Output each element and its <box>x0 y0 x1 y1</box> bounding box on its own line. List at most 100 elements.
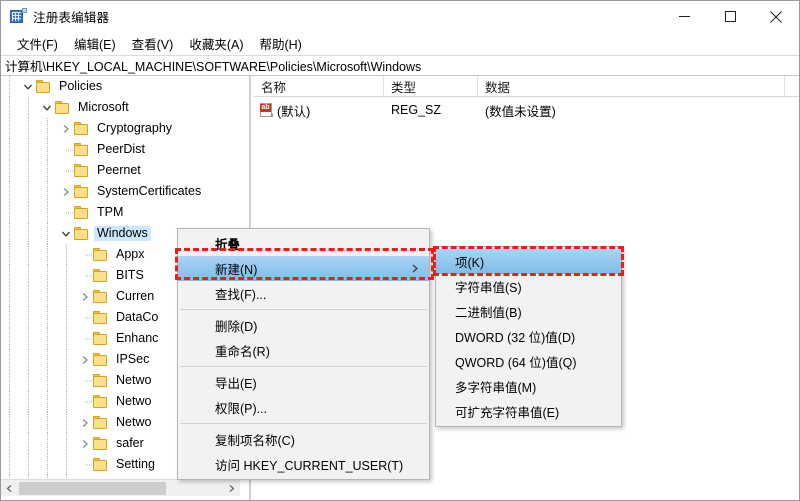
tree-elbow <box>77 392 93 412</box>
context-menu-item-label: 导出(E) <box>215 377 257 391</box>
submenu-item-k[interactable]: 项(K) <box>436 249 621 274</box>
tree-item-label: Setting <box>116 456 155 471</box>
chevron-right-icon[interactable] <box>77 413 93 433</box>
tree-guide-line <box>9 454 11 475</box>
tree-guide-line <box>9 223 11 244</box>
menu-view[interactable]: 查看(V) <box>124 32 182 56</box>
folder-icon <box>93 247 109 262</box>
context-menu-item-hkeycurrentusert[interactable]: 访问 HKEY_CURRENT_USER(T) <box>178 452 429 477</box>
scroll-right-icon[interactable] <box>223 480 240 497</box>
close-button[interactable] <box>753 1 799 32</box>
tree-guide-line <box>66 433 68 454</box>
submenu-item-label: 可扩充字符串值(E) <box>455 406 560 420</box>
tree-guide-line <box>47 328 49 349</box>
window-controls <box>661 1 799 32</box>
context-menu-item-r[interactable]: 重命名(R) <box>178 338 429 363</box>
scroll-left-icon[interactable] <box>1 480 18 497</box>
menu-bar: 文件(F) 编辑(E) 查看(V) 收藏夹(A) 帮助(H) <box>1 32 799 55</box>
window-title: 注册表编辑器 <box>33 11 110 25</box>
submenu-item-m[interactable]: 多字符串值(M) <box>436 374 621 399</box>
tree-item-microsoft[interactable]: Microsoft <box>1 97 240 118</box>
chevron-right-icon[interactable] <box>58 182 74 202</box>
minimize-button[interactable] <box>661 1 707 32</box>
tree-guide-line <box>28 433 30 454</box>
tree-guide-line <box>47 286 49 307</box>
tree-item-policies[interactable]: Policies <box>1 76 240 97</box>
tree-item-peernet[interactable]: Peernet <box>1 160 240 181</box>
tree-guide-line <box>66 244 68 265</box>
tree-item-systemcertificates[interactable]: SystemCertificates <box>1 181 240 202</box>
tree-item-label: Enhanc <box>116 330 159 345</box>
tree-item-label: IPSec <box>116 351 150 366</box>
tree-guide-line <box>66 286 68 307</box>
tree-guide-line <box>47 370 49 391</box>
column-header-type[interactable]: 类型 <box>384 76 478 96</box>
registry-editor-icon <box>10 7 27 25</box>
submenu-item-e[interactable]: 可扩充字符串值(E) <box>436 399 621 424</box>
context-menu-item-f[interactable]: 查找(F)... <box>178 281 429 306</box>
context-menu-item-label: 复制项名称(C) <box>215 434 295 448</box>
tree-guide-line <box>28 223 30 244</box>
tree-guide-line <box>9 391 11 412</box>
tree-guide-line <box>28 286 30 307</box>
chevron-down-icon[interactable] <box>39 98 55 118</box>
folder-icon <box>74 163 90 178</box>
chevron-right-icon[interactable] <box>58 119 74 139</box>
tree-item-label: BITS <box>116 267 144 282</box>
tree-guide-line <box>28 160 30 181</box>
context-menu-item-c[interactable]: 复制项名称(C) <box>178 427 429 452</box>
address-bar[interactable]: 计算机\HKEY_LOCAL_MACHINE\SOFTWARE\Policies… <box>1 55 799 76</box>
tree-guide-line <box>28 118 30 139</box>
tree-guide-line <box>28 370 30 391</box>
menu-favorites[interactable]: 收藏夹(A) <box>181 32 251 56</box>
submenu-item-label: DWORD (32 位)值(D) <box>455 331 576 345</box>
menu-file[interactable]: 文件(F) <box>9 32 66 56</box>
submenu-item-s[interactable]: 字符串值(S) <box>436 274 621 299</box>
tree-guide-line <box>66 307 68 328</box>
maximize-button[interactable] <box>707 1 753 32</box>
column-header-data[interactable]: 数据 <box>478 76 785 96</box>
value-data-cell: (数值未设置) <box>485 104 556 119</box>
tree-guide-line <box>28 391 30 412</box>
tree-guide-line <box>47 412 49 433</box>
list-item[interactable]: ab (默认) REG_SZ (数值未设置) <box>254 100 799 120</box>
chevron-down-icon[interactable] <box>20 77 36 97</box>
tree-guide-line <box>9 76 11 97</box>
context-menu-item-e[interactable]: 导出(E) <box>178 370 429 395</box>
tree-elbow <box>77 329 93 349</box>
tree-item-cryptography[interactable]: Cryptography <box>1 118 240 139</box>
tree-guide-line <box>28 244 30 265</box>
context-menu-item-n[interactable]: 新建(N) <box>178 256 429 281</box>
tree-horizontal-scrollbar[interactable] <box>1 479 240 496</box>
tree-item-peerdist[interactable]: PeerDist <box>1 139 240 160</box>
menu-edit[interactable]: 编辑(E) <box>66 32 124 56</box>
tree-guide-line <box>28 265 30 286</box>
context-menu-item-label: 权限(P)... <box>215 402 268 416</box>
context-menu-item-p[interactable]: 权限(P)... <box>178 395 429 420</box>
chevron-right-icon[interactable] <box>77 287 93 307</box>
tree-guide-line <box>28 454 30 475</box>
new-submenu[interactable]: 项(K) 字符串值(S) 二进制值(B) DWORD (32 位)值(D) QWORD … <box>435 246 622 427</box>
context-menu[interactable]: 折叠 新建(N) 查找(F)... 删除(D) 重命名(R) 导出(E) 权限(P)... 复… <box>177 228 430 480</box>
tree-guide-line <box>66 370 68 391</box>
submenu-item-qword64q[interactable]: QWORD (64 位)值(Q) <box>436 349 621 374</box>
tree-guide-line <box>9 286 11 307</box>
submenu-item-dword32d[interactable]: DWORD (32 位)值(D) <box>436 324 621 349</box>
chevron-right-icon[interactable] <box>77 350 93 370</box>
context-menu-item-d[interactable]: 删除(D) <box>178 313 429 338</box>
hscroll-thumb[interactable] <box>19 482 166 495</box>
tree-guide-line <box>28 202 30 223</box>
tree-item-tpm[interactable]: TPM <box>1 202 240 223</box>
submenu-item-b[interactable]: 二进制值(B) <box>436 299 621 324</box>
chevron-down-icon[interactable] <box>58 224 74 244</box>
tree-guide-line <box>47 454 49 475</box>
menu-help[interactable]: 帮助(H) <box>251 32 309 56</box>
chevron-right-icon[interactable] <box>77 434 93 454</box>
column-header-name[interactable]: 名称 <box>254 76 384 96</box>
tree-elbow <box>77 266 93 286</box>
tree-item-label: DataCo <box>116 309 159 324</box>
folder-icon <box>93 352 109 367</box>
context-menu-item-[interactable]: 折叠 <box>178 231 429 256</box>
tree-guide-line <box>9 118 11 139</box>
tree-guide-line <box>9 370 11 391</box>
